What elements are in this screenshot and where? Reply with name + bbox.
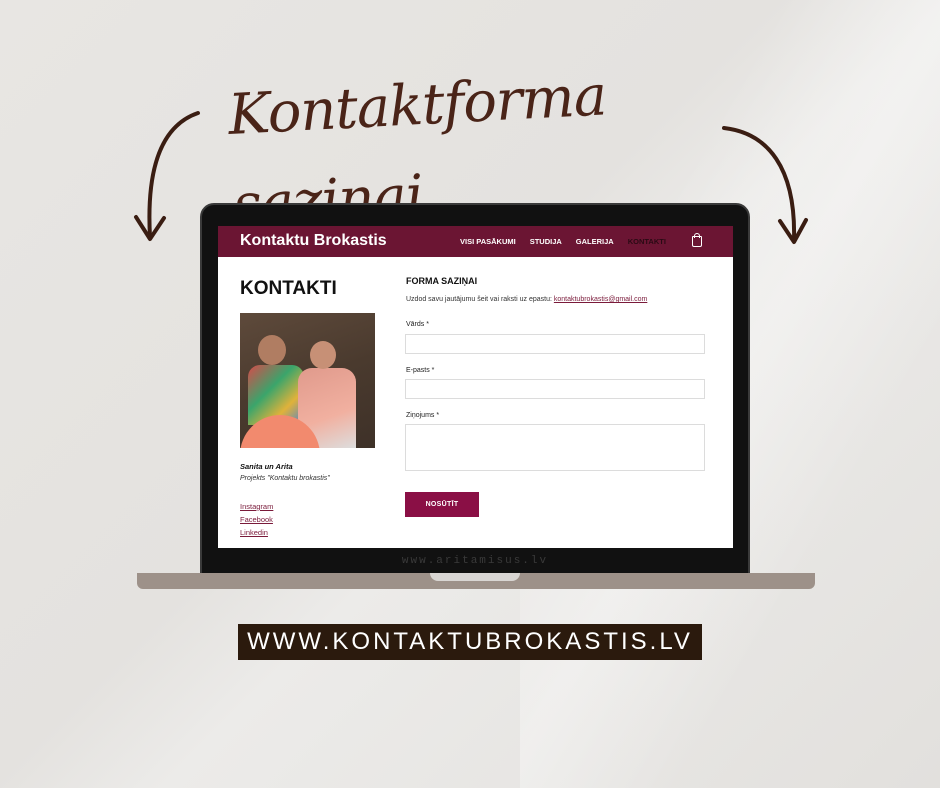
form-intro-text: Uzdod savu jautājumu šeit vai raksti uz … (406, 296, 552, 303)
submit-button[interactable]: NOSŪTĪT (405, 492, 479, 517)
menu-item-kontakti[interactable]: KONTAKTI (628, 237, 666, 246)
footer-url: WWW.KONTAKTUBROKASTIS.LV (238, 624, 702, 660)
menu-item-studija[interactable]: STUDIJA (530, 237, 562, 246)
menu-item-visi-pasakumi[interactable]: VISI PASĀKUMI (460, 237, 516, 246)
social-links: Instagram Facebook Linkedin (240, 500, 273, 539)
photo-face-left (258, 335, 286, 365)
profile-photo (240, 313, 375, 448)
email-field[interactable] (405, 379, 705, 399)
menu-item-galerija[interactable]: GALERIJA (576, 237, 614, 246)
shopping-bag-icon[interactable] (692, 233, 702, 247)
laptop-screen: Kontaktu Brokastis VISI PASĀKUMI STUDIJA… (218, 226, 733, 548)
page-title: KONTAKTI (240, 278, 337, 299)
message-label: Ziņojums * (406, 412, 440, 419)
instagram-link[interactable]: Instagram (240, 500, 273, 513)
linkedin-link[interactable]: Linkedin (240, 526, 273, 539)
project-caption: Projekts "Kontaktu brokastis" (240, 475, 330, 482)
photo-face-right (310, 341, 336, 369)
email-label: E-pasts * (406, 367, 435, 374)
arrow-left-icon (128, 105, 208, 250)
name-label: Vārds * (406, 321, 429, 328)
watermark: www.aritamisus.lv (401, 555, 549, 567)
site-navbar: Kontaktu Brokastis VISI PASĀKUMI STUDIJA… (218, 226, 733, 257)
message-textarea[interactable] (405, 424, 705, 471)
email-link[interactable]: kontaktubrokastis@gmail.com (554, 296, 647, 303)
site-logo[interactable]: Kontaktu Brokastis (240, 232, 387, 250)
name-field[interactable] (405, 334, 705, 354)
author-names: Sanita un Arita (240, 462, 293, 471)
facebook-link[interactable]: Facebook (240, 513, 273, 526)
laptop-notch (430, 573, 520, 581)
form-intro: Uzdod savu jautājumu šeit vai raksti uz … (406, 296, 647, 303)
form-title: FORMA SAZIŅAI (406, 276, 478, 286)
main-menu: VISI PASĀKUMI STUDIJA GALERIJA KONTAKTI (460, 237, 666, 246)
